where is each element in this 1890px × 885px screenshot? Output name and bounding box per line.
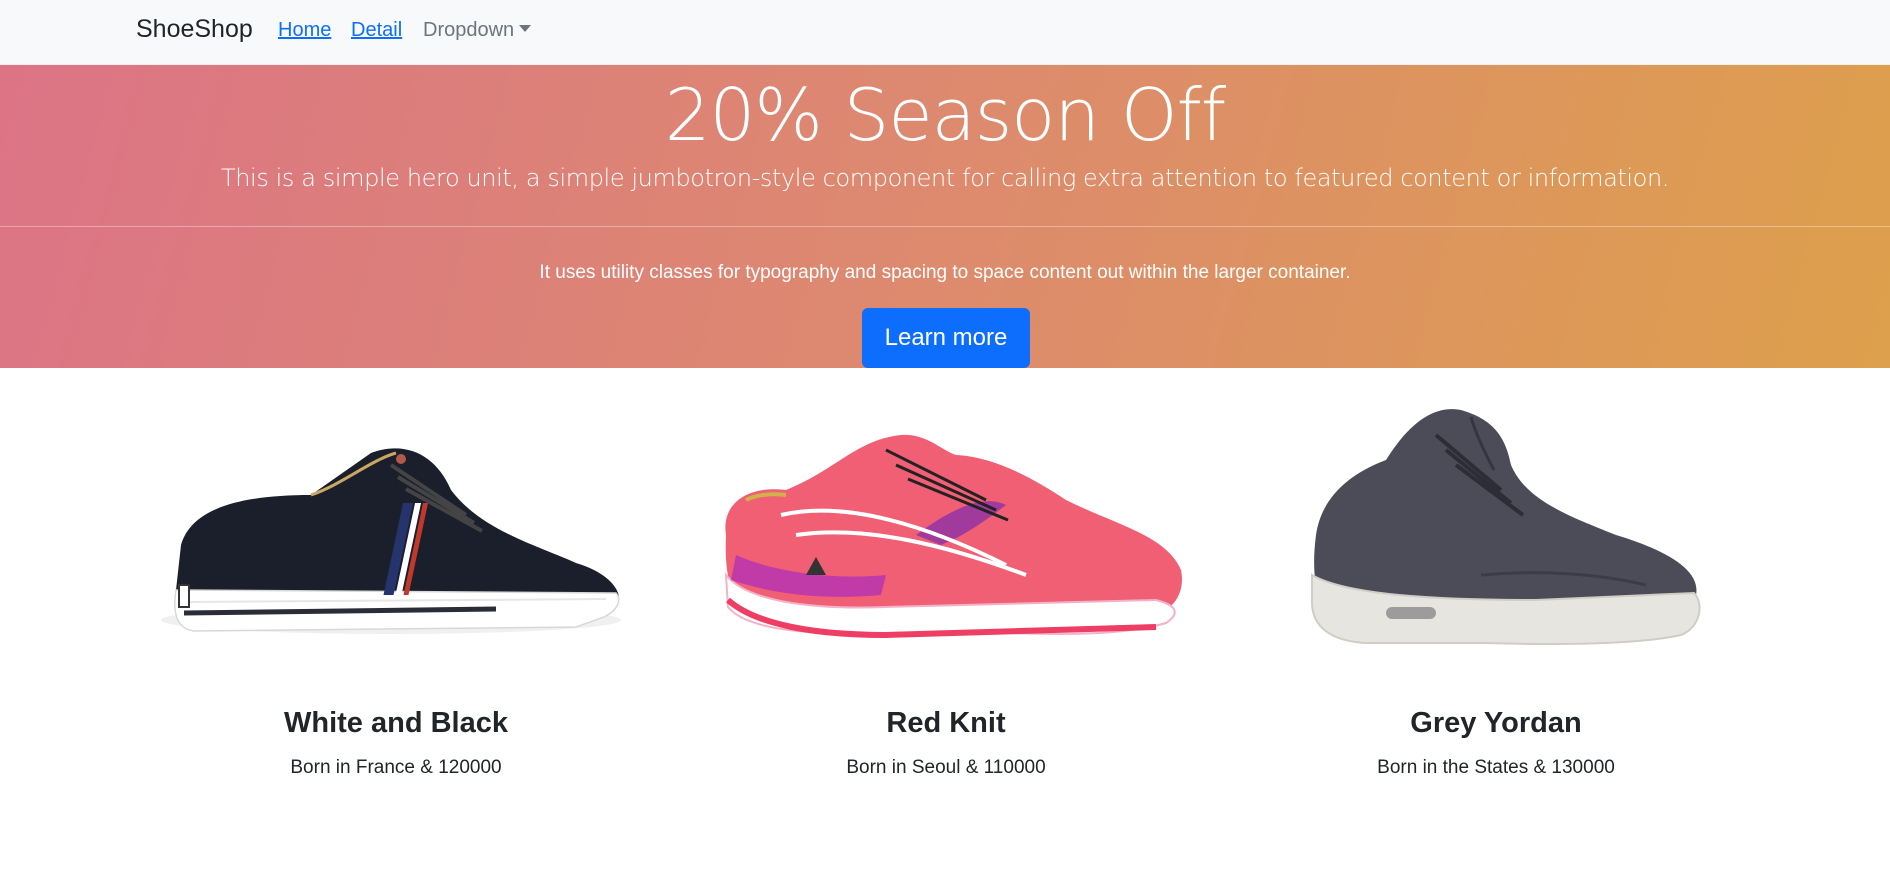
nav-dropdown-toggle[interactable]: Dropdown (423, 19, 532, 42)
product-card: Grey Yordan Born in the States & 130000 (1216, 395, 1776, 795)
hero-divider (0, 226, 1890, 227)
product-card: Red Knit Born in Seoul & 110000 (666, 395, 1226, 795)
hero-lead: This is a simple hero unit, a simple jum… (220, 164, 1669, 192)
black-sneaker-image[interactable] (136, 395, 656, 665)
product-title: Red Knit (886, 707, 1006, 739)
navbar: ShoeShop Home Detail Dropdown (0, 0, 1890, 65)
grey-high-top-sneaker-image[interactable] (1236, 395, 1756, 665)
nav-dropdown-label: Dropdown (423, 19, 515, 41)
product-title: Grey Yordan (1410, 707, 1582, 739)
pink-running-shoe-image[interactable] (686, 395, 1206, 665)
product-subtitle: Born in the States & 130000 (1377, 757, 1615, 778)
product-subtitle: Born in France & 120000 (290, 757, 502, 778)
brand-logo[interactable]: ShoeShop (136, 15, 253, 44)
nav-link-home[interactable]: Home (278, 19, 331, 42)
product-title: White and Black (284, 707, 508, 739)
caret-down-icon (519, 25, 532, 32)
nav-link-detail[interactable]: Detail (351, 19, 402, 42)
product-card: White and Black Born in France & 120000 (116, 395, 676, 795)
learn-more-button[interactable]: Learn more (862, 308, 1030, 368)
hero-text: It uses utility classes for typography a… (539, 262, 1351, 283)
product-subtitle: Born in Seoul & 110000 (846, 757, 1046, 778)
hero-banner: 20% Season Off This is a simple hero uni… (0, 65, 1890, 368)
hero-title: 20% Season Off (664, 73, 1227, 157)
